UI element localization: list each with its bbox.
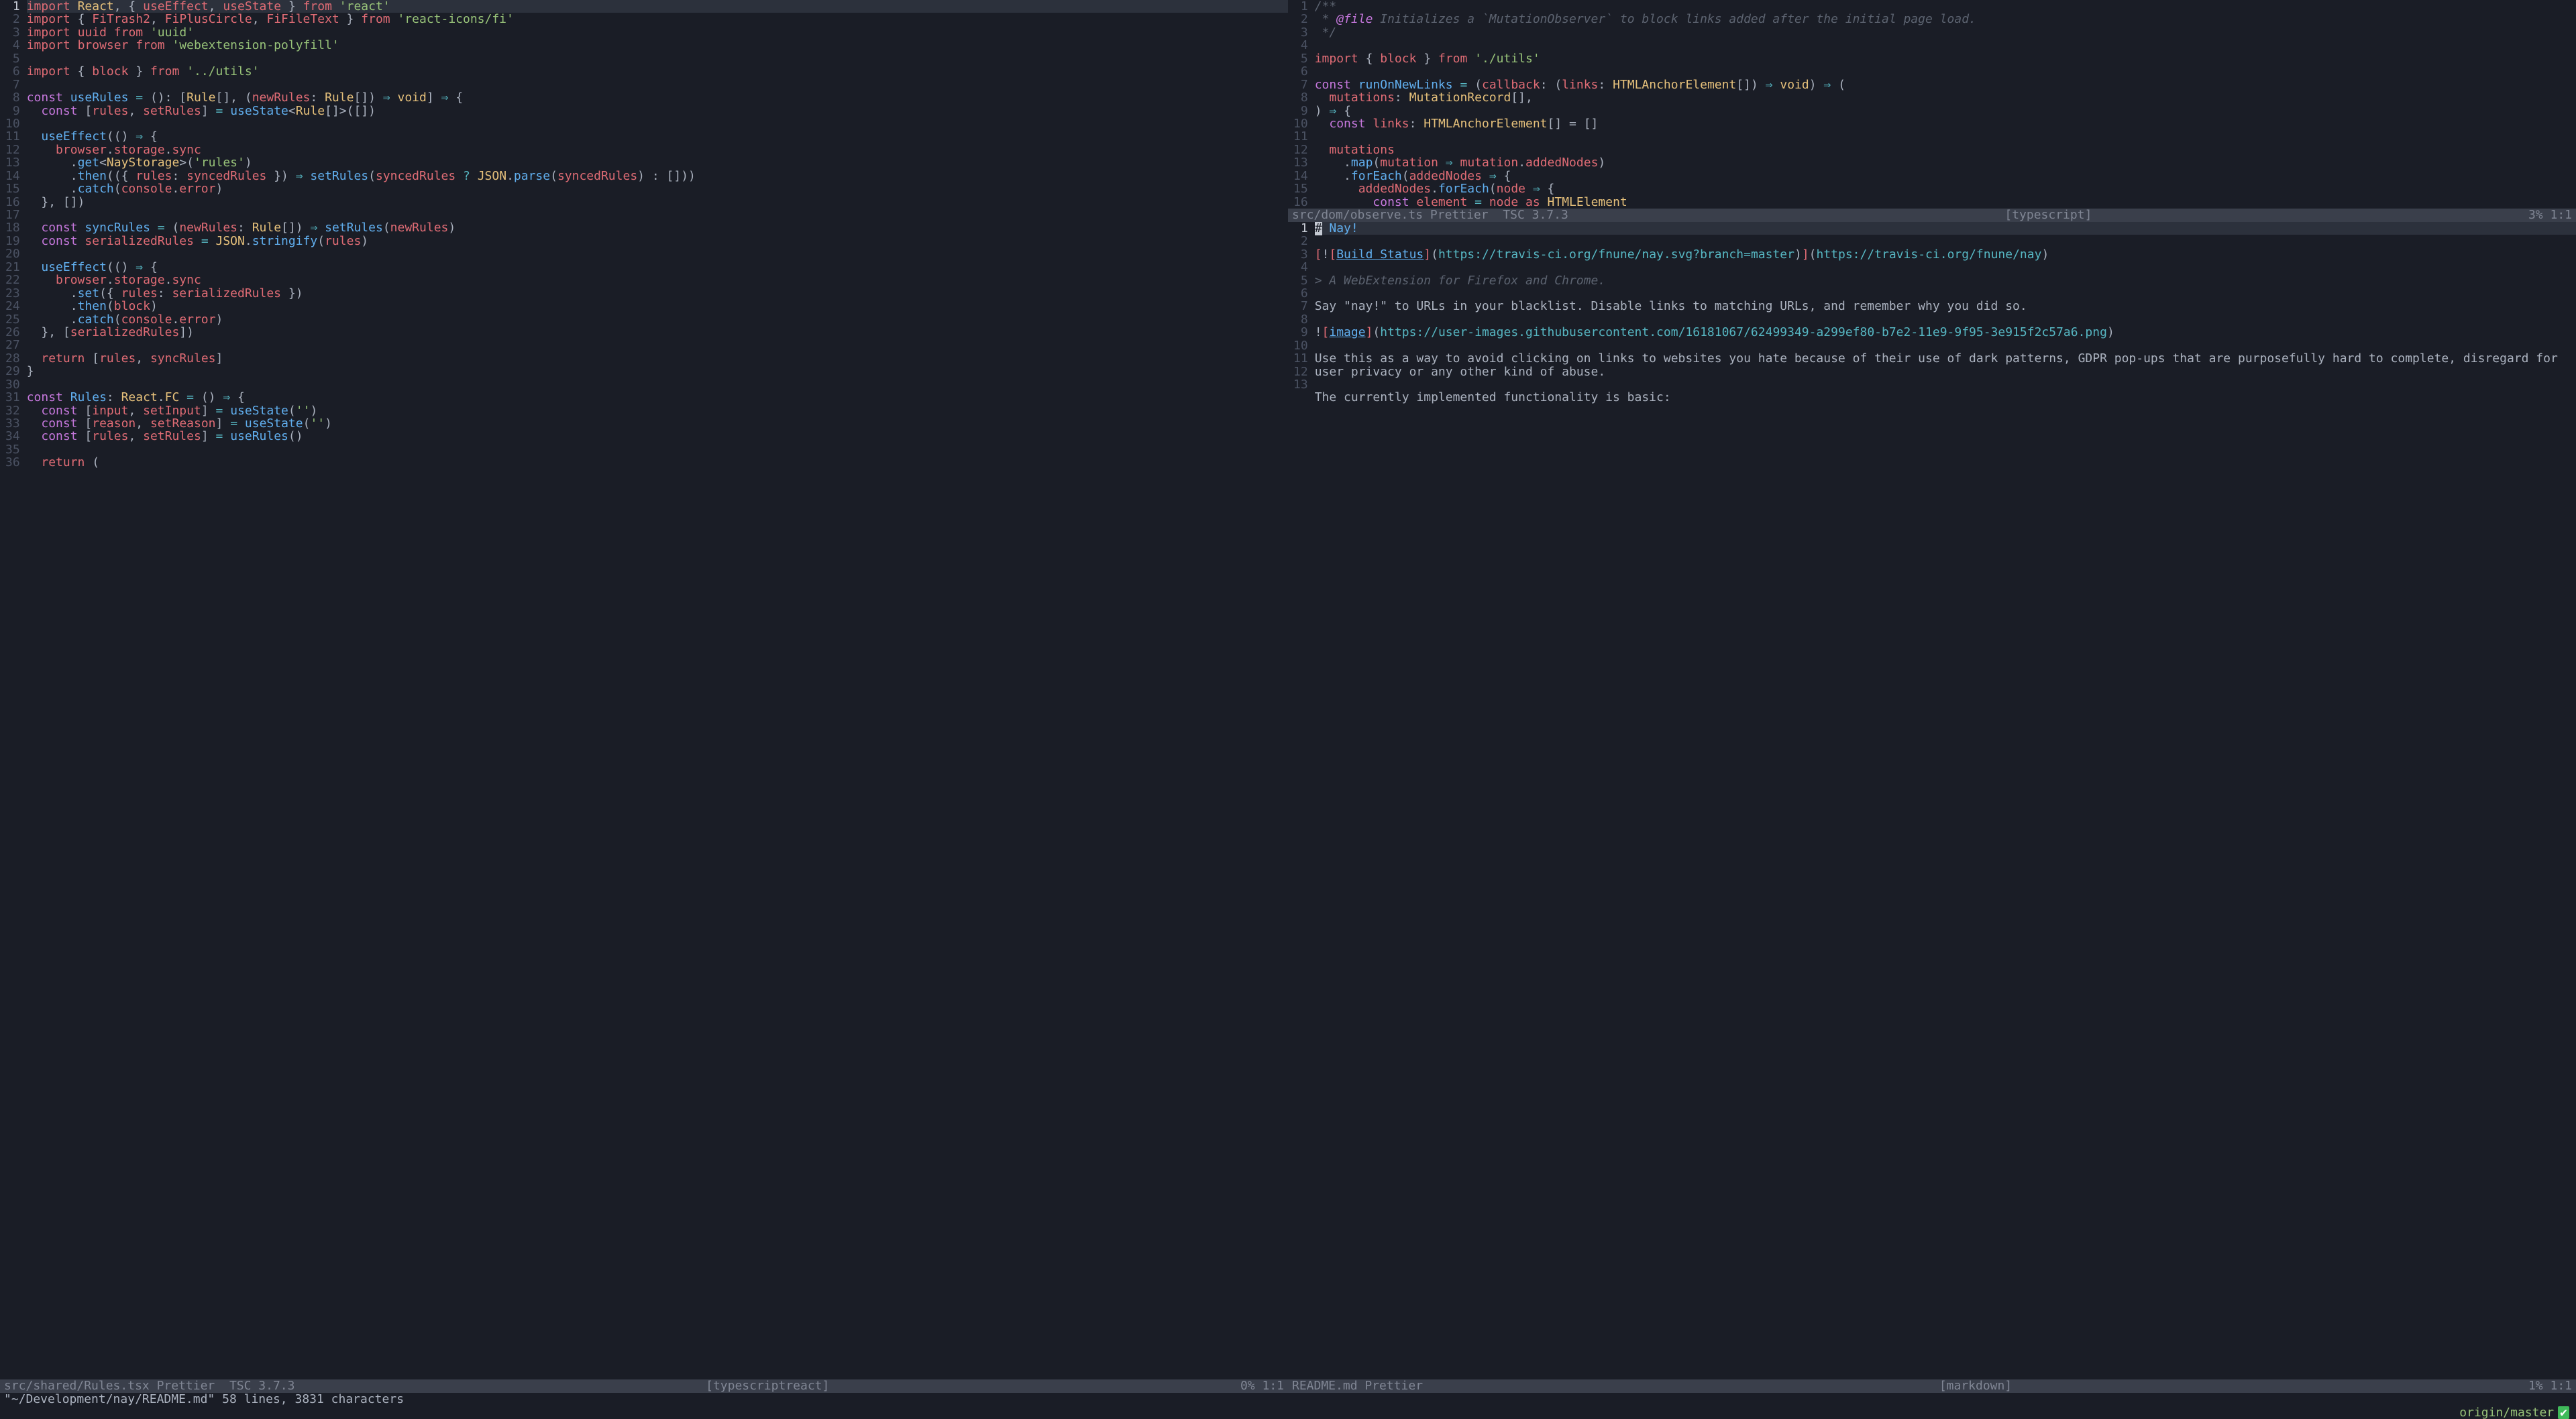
command-line[interactable]: "~/Development/nay/README.md" 58 lines, … <box>0 1393 2576 1406</box>
right-bottom-gutter: 12345678910111213 <box>1288 222 1315 1379</box>
right-top-pane[interactable]: 12345678910111213141516 /** * @file Init… <box>1288 0 2576 222</box>
right-bottom-statusline: README.md Prettier [markdown] 1% 1:1 <box>1288 1379 2576 1393</box>
right-bottom-pane[interactable]: 12345678910111213 # Nay! [![Build Status… <box>1288 222 2576 1393</box>
right-bottom-code[interactable]: # Nay! [![Build Status](https://travis-c… <box>1315 222 2576 1379</box>
left-pane[interactable]: 1234567891011121314151617181920212223242… <box>0 0 1288 1393</box>
lint-ok-icon: ✔ <box>2558 1406 2569 1419</box>
split-container: 1234567891011121314151617181920212223242… <box>0 0 2576 1393</box>
left-code[interactable]: import React, { useEffect, useState } fr… <box>27 0 1288 1379</box>
right-top-statusline: src/dom/observe.ts Prettier TSC 3.7.3 [t… <box>1288 209 2576 222</box>
ruler: origin/master ✔ <box>0 1406 2576 1419</box>
right-column: 12345678910111213141516 /** * @file Init… <box>1288 0 2576 1393</box>
vim-root: 1234567891011121314151617181920212223242… <box>0 0 2576 1419</box>
left-gutter: 1234567891011121314151617181920212223242… <box>0 0 27 1379</box>
statusline-pos: 0% 1:1 <box>1240 1379 1284 1393</box>
statusline-ft: [markdown] <box>1423 1379 2528 1393</box>
right-top-buffer[interactable]: 12345678910111213141516 /** * @file Init… <box>1288 0 2576 209</box>
left-statusline: src/shared/Rules.tsx Prettier TSC 3.7.3 … <box>0 1379 1288 1393</box>
left-column: 1234567891011121314151617181920212223242… <box>0 0 1288 1393</box>
statusline-file: src/shared/Rules.tsx Prettier TSC 3.7.3 <box>4 1379 294 1393</box>
right-bottom-buffer[interactable]: 12345678910111213 # Nay! [![Build Status… <box>1288 222 2576 1379</box>
statusline-ft: [typescript] <box>1568 209 2528 222</box>
left-buffer[interactable]: 1234567891011121314151617181920212223242… <box>0 0 1288 1379</box>
statusline-file: src/dom/observe.ts Prettier TSC 3.7.3 <box>1292 209 1568 222</box>
statusline-pos: 3% 1:1 <box>2528 209 2572 222</box>
right-top-gutter: 12345678910111213141516 <box>1288 0 1315 209</box>
git-branch: origin/master <box>2459 1406 2554 1419</box>
statusline-file: README.md Prettier <box>1292 1379 1423 1393</box>
statusline-pos: 1% 1:1 <box>2528 1379 2572 1393</box>
statusline-ft: [typescriptreact] <box>294 1379 1240 1393</box>
right-top-code[interactable]: /** * @file Initializes a `MutationObser… <box>1315 0 2576 209</box>
